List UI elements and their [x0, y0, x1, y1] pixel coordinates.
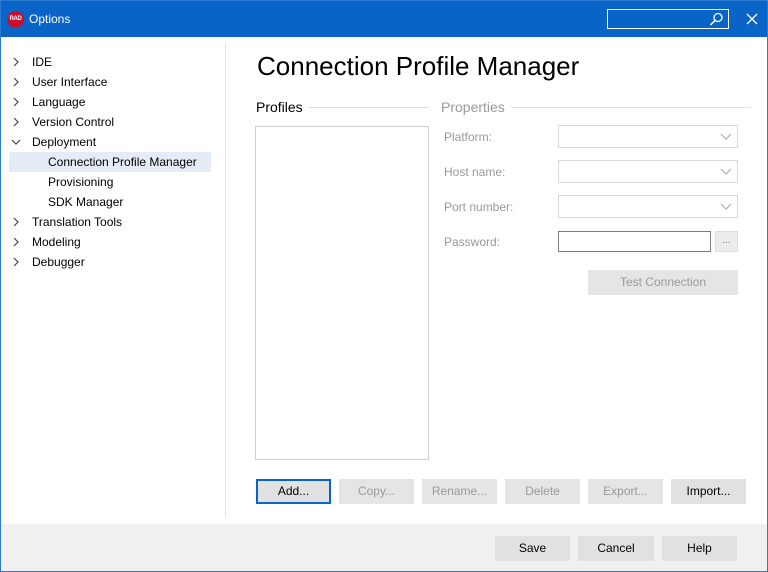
chevron-right-icon[interactable] [11, 217, 21, 227]
port-number-label: Port number: [444, 200, 514, 214]
chevron-right-icon[interactable] [11, 117, 21, 127]
tree-item-label: IDE [32, 55, 53, 69]
copy-profile-button[interactable]: Copy... [339, 479, 414, 504]
help-button[interactable]: Help [662, 536, 737, 561]
tree-item-provisioning[interactable]: Provisioning [9, 172, 211, 192]
password-browse-button[interactable]: ... [715, 231, 738, 252]
page-title: Connection Profile Manager [257, 51, 580, 81]
import-profile-button[interactable]: Import... [671, 479, 746, 504]
chevron-right-icon[interactable] [11, 57, 21, 67]
chevron-right-icon[interactable] [11, 257, 21, 267]
profiles-header: Profiles [256, 98, 309, 116]
tree-item-label: Debugger [32, 255, 85, 269]
tree-item-label: Language [32, 95, 86, 109]
tree-item-user-interface[interactable]: User Interface [9, 72, 211, 92]
tree-item-label: Version Control [32, 115, 115, 129]
properties-header-label: Properties [441, 99, 511, 115]
cancel-button[interactable]: Cancel [578, 536, 654, 561]
host-name-combo[interactable] [558, 160, 738, 183]
profiles-list[interactable] [255, 126, 429, 460]
platform-label: Platform: [444, 130, 493, 144]
options-search-box[interactable] [607, 9, 729, 29]
platform-combo[interactable] [558, 125, 738, 148]
port-number-combo[interactable] [558, 195, 738, 218]
tree-item-label: Provisioning [48, 175, 114, 189]
chevron-down-icon[interactable] [11, 137, 21, 147]
chevron-down-icon [720, 133, 732, 140]
app-icon: RAD [7, 11, 24, 28]
chevron-right-icon[interactable] [11, 237, 21, 247]
title-bar: RAD Options [1, 1, 767, 37]
window-title: Options [29, 12, 71, 26]
export-profile-button[interactable]: Export... [588, 479, 663, 504]
rename-profile-button[interactable]: Rename... [422, 479, 497, 504]
tree-item-language[interactable]: Language [9, 92, 211, 112]
chevron-down-icon [720, 203, 732, 210]
delete-profile-button[interactable]: Delete [505, 479, 580, 504]
save-button[interactable]: Save [495, 536, 570, 561]
chevron-right-icon[interactable] [11, 77, 21, 87]
close-icon[interactable] [741, 9, 763, 29]
tree-item-label: User Interface [32, 75, 108, 89]
profiles-header-label: Profiles [256, 99, 309, 115]
options-search-input[interactable] [610, 11, 706, 27]
tree-item-label: SDK Manager [48, 195, 124, 209]
tree-item-modeling[interactable]: Modeling [9, 232, 211, 252]
chevron-down-icon [720, 168, 732, 175]
add-profile-button[interactable]: Add... [256, 479, 331, 504]
host-name-label: Host name: [444, 165, 506, 179]
tree-item-translation-tools[interactable]: Translation Tools [9, 212, 211, 232]
tree-item-label: Modeling [32, 235, 81, 249]
search-icon[interactable] [709, 12, 724, 27]
dialog-button-bar: Save Cancel Help [1, 524, 767, 571]
tree-item-version-control[interactable]: Version Control [9, 112, 211, 132]
tree-item-debugger[interactable]: Debugger [9, 252, 211, 272]
tree-item-label: Connection Profile Manager [48, 155, 197, 169]
password-label: Password: [444, 235, 501, 249]
panel-divider [225, 43, 226, 517]
properties-header: Properties [441, 98, 511, 116]
tree-item-label: Deployment [32, 135, 97, 149]
chevron-right-icon[interactable] [11, 97, 21, 107]
tree-item-ide[interactable]: IDE [9, 52, 211, 72]
options-window: RAD Options IDE User Interface Language [0, 0, 768, 572]
tree-item-label: Translation Tools [32, 215, 123, 229]
test-connection-button[interactable]: Test Connection [588, 270, 738, 295]
password-input[interactable] [558, 231, 711, 252]
tree-item-connection-profile-manager[interactable]: Connection Profile Manager [9, 152, 211, 172]
tree-item-deployment[interactable]: Deployment [9, 132, 211, 152]
tree-item-sdk-manager[interactable]: SDK Manager [9, 192, 211, 212]
options-tree: IDE User Interface Language Version Cont… [1, 37, 225, 517]
